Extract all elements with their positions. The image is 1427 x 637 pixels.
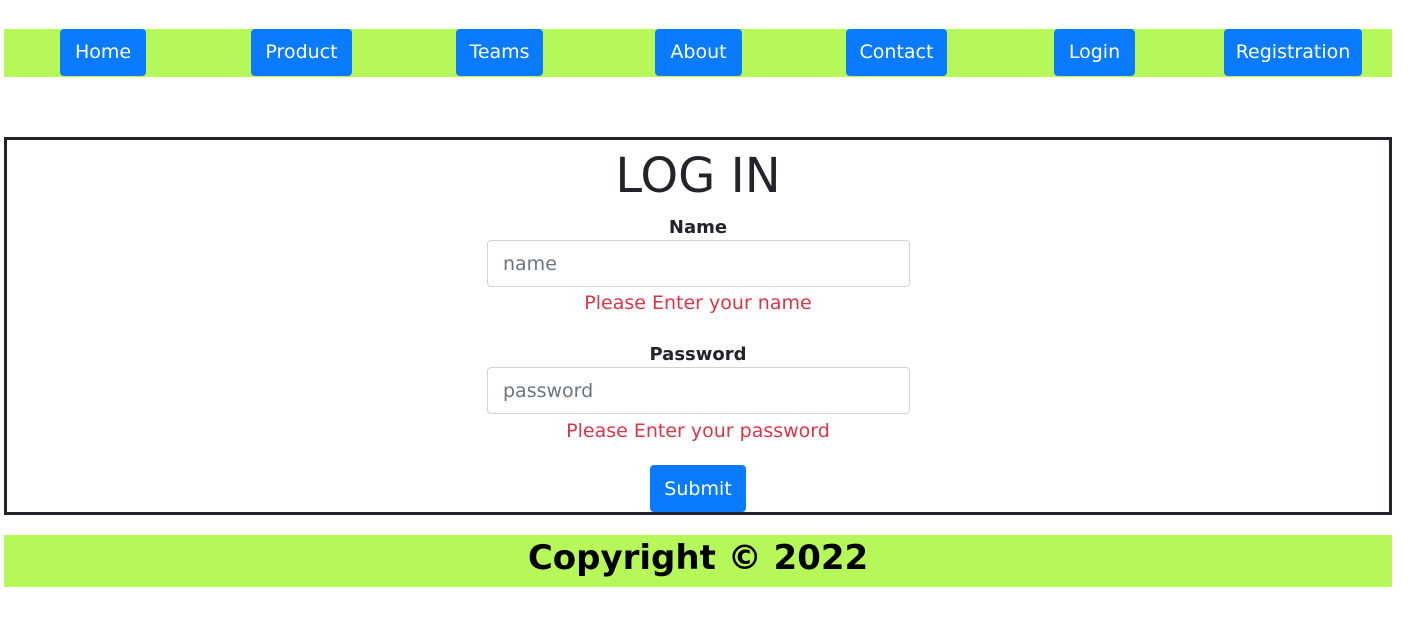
login-form-card: LOG IN Name Please Enter your name Passw… [4,137,1392,515]
password-label: Password [649,344,747,365]
password-input[interactable] [487,367,910,414]
name-label: Name [668,217,728,238]
nav-contact-button[interactable]: Contact [846,29,947,76]
footer-copyright: Copyright © 2022 [4,535,1392,587]
nav-teams-button[interactable]: Teams [456,29,543,76]
nav-product-button[interactable]: Product [251,29,352,76]
page-title: LOG IN [615,148,781,204]
nav-about-button[interactable]: About [655,29,742,76]
password-error-message: Please Enter your password [566,420,830,442]
nav-home-button[interactable]: Home [60,29,146,76]
nav-registration-button[interactable]: Registration [1224,29,1362,76]
submit-button[interactable]: Submit [650,465,746,512]
name-input[interactable] [487,240,910,287]
navbar: Home Product Teams About Contact Login R… [4,29,1392,77]
name-error-message: Please Enter your name [584,292,812,314]
nav-login-button[interactable]: Login [1054,29,1135,76]
